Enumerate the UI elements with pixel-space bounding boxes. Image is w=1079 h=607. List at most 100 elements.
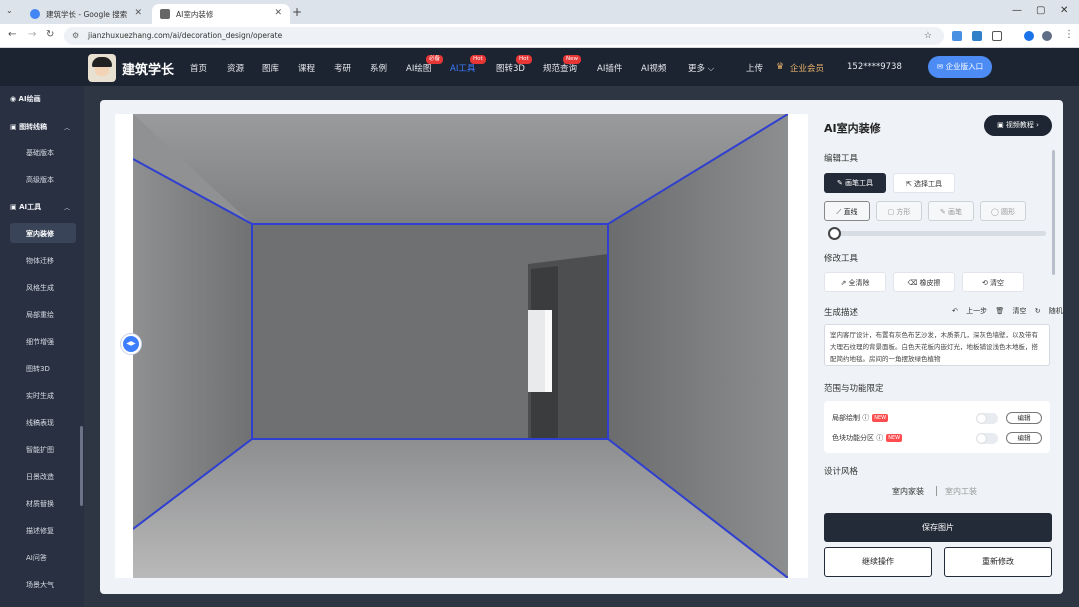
brush-shape-button[interactable]: ✎ 画笔 xyxy=(928,201,974,221)
menu-item-1[interactable]: 资源 xyxy=(227,62,244,74)
tab-search-icon[interactable]: ⌄ xyxy=(6,6,13,15)
vip-link[interactable]: 企业会员 xyxy=(790,62,824,74)
eraser-button[interactable]: ⌫ 橡皮擦 xyxy=(893,272,955,292)
chevron-up-icon[interactable]: ︿ xyxy=(64,123,70,132)
line-shape-button[interactable]: ⟋ 直线 xyxy=(824,201,870,221)
sidebar-item-tool[interactable]: 线稿表现 xyxy=(26,418,54,428)
extension-icon[interactable] xyxy=(952,31,962,41)
reload-icon[interactable]: ↻ xyxy=(46,29,54,40)
sidebar-item-tool[interactable]: AI问答 xyxy=(26,553,47,563)
brush-size-track[interactable] xyxy=(828,231,1046,236)
video-tutorial-button[interactable]: ▣ 视频教程 › xyxy=(984,115,1052,136)
extensions-puzzle-icon[interactable] xyxy=(992,31,1002,41)
description-textarea[interactable]: 室内客厅设计，布置有灰色布艺沙发，木质茶几，深灰色墙壁，以及带有大理石纹理的背景… xyxy=(824,324,1050,366)
close-tab-icon[interactable]: ✕ xyxy=(134,8,142,18)
menu-item-6[interactable]: AI绘图 xyxy=(406,62,431,74)
random-button[interactable]: ↻ 随机 xyxy=(1035,307,1063,315)
scope-box xyxy=(824,401,1050,453)
sidebar-item-tool[interactable]: 室内装修 xyxy=(26,229,54,239)
brand-logo[interactable] xyxy=(88,54,116,82)
brand-name[interactable]: 建筑学长 xyxy=(122,59,174,78)
tab-ai-decoration[interactable]: AI室内装修 ✕ xyxy=(152,4,290,24)
sidebar-item-basic[interactable]: 基础版本 xyxy=(26,148,54,158)
menu-item-12[interactable]: 更多 ⌵ xyxy=(688,62,714,74)
local-paint-edit-button[interactable]: 编辑 xyxy=(1006,412,1042,424)
continue-button[interactable]: 继续操作 xyxy=(824,547,932,577)
panel-scrollbar[interactable] xyxy=(1052,150,1055,275)
circle-shape-button[interactable]: ◯ 圆形 xyxy=(980,201,1026,221)
site-info-icon[interactable]: ⚙ xyxy=(72,27,79,45)
close-window-icon[interactable]: ✕ xyxy=(1060,5,1068,16)
sidebar-item-advanced[interactable]: 高级版本 xyxy=(26,175,54,185)
close-tab-icon[interactable]: ✕ xyxy=(274,8,282,18)
sidebar-item-tool[interactable]: 日景改造 xyxy=(26,472,54,482)
sidebar-item-tool[interactable]: 物体迁移 xyxy=(26,256,54,266)
clear-all-button[interactable]: ⇗ 全清除 xyxy=(824,272,886,292)
profile-avatar-icon[interactable] xyxy=(1042,31,1052,41)
new-tab-icon[interactable]: + xyxy=(292,5,302,19)
sidebar-item-tool[interactable]: 智能扩图 xyxy=(26,445,54,455)
back-icon[interactable]: ← xyxy=(8,29,16,40)
menu-item-4[interactable]: 考研 xyxy=(334,62,351,74)
room-photo[interactable] xyxy=(133,114,788,578)
sidebar-item-tool[interactable]: 图转3D xyxy=(26,364,50,374)
url-text: jianzhuxuezhang.com/ai/decoration_design… xyxy=(88,31,283,40)
modify-label: 清空 xyxy=(990,279,1005,287)
zoning-edit-button[interactable]: 编辑 xyxy=(1006,432,1042,444)
sidebar-group-line-draft[interactable]: ▣ 图转线稿 xyxy=(10,122,47,132)
modify-label: 全清除 xyxy=(848,279,870,287)
chevron-up-icon[interactable]: ︿ xyxy=(64,203,70,212)
menu-item-11[interactable]: AI视频 xyxy=(641,62,666,74)
sidebar-item-tool[interactable]: 风格生成 xyxy=(26,283,54,293)
tab-google-search[interactable]: 建筑学长 - Google 搜索 ✕ xyxy=(22,4,150,24)
menu-item-7[interactable]: AI工具 xyxy=(450,62,475,74)
sidebar-item-tool[interactable]: 场景大气 xyxy=(26,580,54,590)
minimize-icon[interactable]: — xyxy=(1012,5,1022,16)
menu-item-2[interactable]: 图库 xyxy=(262,62,279,74)
upload-link[interactable]: 上传 xyxy=(746,62,763,74)
maximize-icon[interactable]: ▢ xyxy=(1036,5,1045,16)
sidebar-scrollbar[interactable] xyxy=(80,426,83,506)
tab-title: AI室内装修 xyxy=(176,9,214,19)
shape-label: 方形 xyxy=(896,208,911,216)
description-heading: 生成描述 xyxy=(824,308,859,318)
help-icon[interactable]: ⓘ xyxy=(876,434,883,442)
sidebar-ai-draw[interactable]: ◉ AI绘画 xyxy=(10,94,41,104)
shape-label: 画笔 xyxy=(948,208,963,216)
sidebar-item-tool[interactable]: 实时生成 xyxy=(26,391,54,401)
brush-size-knob[interactable] xyxy=(828,227,841,240)
user-phone[interactable]: 152****9738 xyxy=(847,62,902,72)
bookmark-star-icon[interactable]: ☆ xyxy=(924,27,932,45)
url-field[interactable]: ⚙ jianzhuxuezhang.com/ai/decoration_desi… xyxy=(64,27,944,45)
modify-tools-heading: 修改工具 xyxy=(824,254,859,264)
menu-item-0[interactable]: 首页 xyxy=(190,62,207,74)
paint-tool-label: 画笔工具 xyxy=(845,179,874,187)
sidebar-item-tool[interactable]: 材质替换 xyxy=(26,499,54,509)
empty-button[interactable]: ⟲ 清空 xyxy=(962,272,1024,292)
sidebar-item-tool[interactable]: 局部重绘 xyxy=(26,310,54,320)
menu-item-10[interactable]: AI插件 xyxy=(597,62,622,74)
rect-shape-button[interactable]: ▢ 方形 xyxy=(876,201,922,221)
sidebar-item-tool[interactable]: 描述修复 xyxy=(26,526,54,536)
paint-tool-button[interactable]: ✎ 画笔工具 xyxy=(824,173,886,193)
select-tool-button[interactable]: ⇱ 选择工具 xyxy=(893,173,955,193)
enterprise-entry-button[interactable]: ✉ 企业版入口 xyxy=(928,56,992,78)
local-paint-toggle[interactable] xyxy=(976,413,998,424)
menu-item-5[interactable]: 系例 xyxy=(370,62,387,74)
style-tab-commercial[interactable]: 室内工装 xyxy=(945,486,977,497)
browser-menu-icon[interactable]: ⋮ xyxy=(1064,29,1074,40)
extension-icon[interactable] xyxy=(972,31,982,41)
save-image-button[interactable]: 保存图片 xyxy=(824,513,1052,542)
clear-button[interactable]: 🗑 清空 xyxy=(995,307,1026,315)
help-icon[interactable]: ⓘ xyxy=(862,414,869,422)
profile-sync-icon[interactable] xyxy=(1024,31,1034,41)
style-tab-home[interactable]: 室内家装 xyxy=(892,486,924,497)
forward-icon[interactable]: → xyxy=(28,29,36,40)
undo-button[interactable]: ↶ 上一步 xyxy=(952,307,987,315)
menu-item-3[interactable]: 课程 xyxy=(298,62,315,74)
compare-slider-handle[interactable]: ◀▶ xyxy=(120,333,142,355)
sidebar-group-ai-tools[interactable]: ▣ AI工具 xyxy=(10,202,41,212)
zoning-toggle[interactable] xyxy=(976,433,998,444)
redo-button[interactable]: 重新修改 xyxy=(944,547,1052,577)
sidebar-item-tool[interactable]: 细节增强 xyxy=(26,337,54,347)
